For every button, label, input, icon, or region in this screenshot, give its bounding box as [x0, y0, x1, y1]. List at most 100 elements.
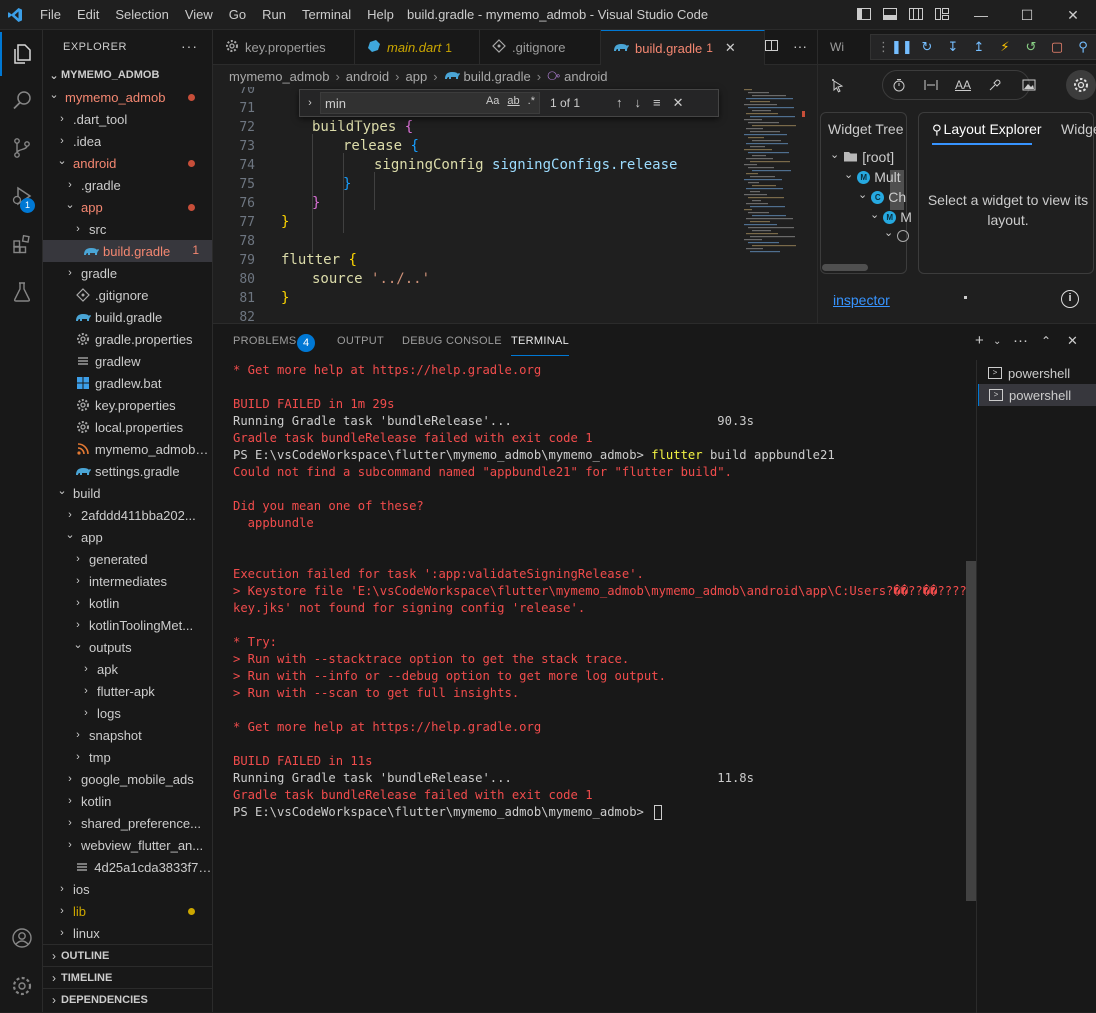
menu-item-edit[interactable]: Edit: [69, 0, 107, 30]
editor-tab[interactable]: key.properties: [213, 30, 355, 65]
tree-item[interactable]: ⌄ android: [43, 152, 212, 174]
widget-inspector-tab[interactable]: Wi: [830, 40, 844, 54]
menu-item-view[interactable]: View: [177, 0, 221, 30]
toggle-replace-icon[interactable]: ›: [300, 97, 320, 109]
tree-item[interactable]: › gradle: [43, 262, 212, 284]
text-scale-icon[interactable]: AA: [950, 72, 976, 98]
editor-more-icon[interactable]: ···: [793, 38, 807, 56]
step-over-icon[interactable]: ↻: [917, 39, 937, 55]
tree-item[interactable]: gradlew.bat: [43, 372, 212, 394]
tab-debug-console[interactable]: DEBUG CONSOLE: [402, 335, 502, 347]
invert-images-icon[interactable]: [1016, 72, 1042, 98]
manage-gear-icon[interactable]: [0, 964, 43, 1008]
inspector-settings-icon[interactable]: [1066, 70, 1096, 100]
search-icon[interactable]: [0, 78, 43, 122]
widget-tree-title[interactable]: Widget Tree: [828, 121, 903, 137]
tree-item[interactable]: › intermediates: [43, 570, 212, 592]
widget-tree-hscrollbar[interactable]: [822, 264, 868, 271]
toggle-secondary-sidebar-icon[interactable]: [908, 6, 926, 22]
pause-icon[interactable]: ❚❚: [891, 39, 913, 55]
tree-item[interactable]: ⌄ app: [43, 526, 212, 548]
tree-item[interactable]: › webview_flutter_an...: [43, 834, 212, 856]
tree-item[interactable]: mymemo_admob_...: [43, 438, 212, 460]
tree-item[interactable]: › .idea: [43, 130, 212, 152]
close-tab-icon[interactable]: ✕: [725, 40, 736, 56]
terminal-instance-active[interactable]: > powershell: [978, 384, 1096, 406]
tree-item[interactable]: › kotlinToolingMet...: [43, 614, 212, 636]
tree-item[interactable]: › shared_preference...: [43, 812, 212, 834]
extensions-icon[interactable]: [0, 222, 43, 266]
tab-problems[interactable]: PROBLEMS: [233, 335, 297, 347]
tree-item[interactable]: › src: [43, 218, 212, 240]
tree-item[interactable]: build.gradle 1: [43, 240, 212, 262]
maximize-panel-icon[interactable]: ⌃: [1041, 334, 1051, 348]
tree-item[interactable]: gradlew: [43, 350, 212, 372]
tab-output[interactable]: OUTPUT: [337, 335, 384, 347]
tree-item[interactable]: .gitignore: [43, 284, 212, 306]
editor-tab[interactable]: .gitignore: [480, 30, 601, 65]
widget-tree-node[interactable]: ⌄ M Mult: [844, 169, 901, 186]
select-widget-mode-icon[interactable]: [824, 72, 850, 98]
breadcrumb-item[interactable]: build.gradle: [464, 69, 531, 84]
inspect-widget-icon[interactable]: ⚲: [1073, 39, 1093, 55]
toggle-panel-icon[interactable]: [882, 6, 900, 22]
terminal-scrollbar[interactable]: [966, 561, 976, 901]
widget-details-tab[interactable]: Widge: [1061, 121, 1096, 137]
tree-item[interactable]: › linux: [43, 922, 212, 944]
tree-item[interactable]: › .dart_tool: [43, 108, 212, 130]
accounts-icon[interactable]: [0, 916, 43, 960]
regex-toggle[interactable]: .*: [528, 95, 535, 107]
toggle-primary-sidebar-icon[interactable]: [856, 6, 874, 22]
terminal-dropdown-icon[interactable]: ⌄: [993, 336, 1001, 347]
menu-item-run[interactable]: Run: [254, 0, 294, 30]
close-find-icon[interactable]: ✕: [673, 95, 684, 111]
section-dependencies[interactable]: › DEPENDENCIES: [43, 988, 212, 1010]
layout-explorer-tab[interactable]: ⚲ Layout Explorer: [932, 121, 1042, 138]
breadcrumb-item[interactable]: mymemo_admob: [229, 69, 329, 84]
maximize-icon[interactable]: ☐: [1004, 0, 1050, 30]
breadcrumb-item[interactable]: app: [406, 69, 428, 84]
explorer-icon[interactable]: [0, 32, 43, 76]
run-debug-icon[interactable]: [0, 174, 43, 218]
terminal-instance[interactable]: > powershell: [978, 362, 1096, 384]
workspace-root[interactable]: ⌄ MYMEMO_ADMOB: [43, 64, 212, 86]
close-window-icon[interactable]: ✕: [1050, 0, 1096, 30]
breadcrumb-item[interactable]: android: [564, 69, 607, 84]
terminal-output[interactable]: * Get more help at https://help.gradle.o…: [233, 362, 973, 982]
tree-item[interactable]: › ios: [43, 878, 212, 900]
minimap[interactable]: [742, 87, 802, 323]
previous-match-icon[interactable]: ↑: [616, 95, 623, 111]
split-editor-icon[interactable]: [764, 38, 779, 56]
menu-item-terminal[interactable]: Terminal: [294, 0, 359, 30]
tree-item[interactable]: › snapshot: [43, 724, 212, 746]
drag-handle-icon[interactable]: ⋮: [877, 39, 890, 55]
tree-item[interactable]: › tmp: [43, 746, 212, 768]
tree-item[interactable]: › kotlin: [43, 592, 212, 614]
match-case-toggle[interactable]: Aa: [486, 95, 499, 107]
tree-item[interactable]: gradle.properties: [43, 328, 212, 350]
tree-item[interactable]: build.gradle: [43, 306, 212, 328]
tree-item[interactable]: › apk: [43, 658, 212, 680]
source-control-icon[interactable]: [0, 126, 43, 170]
tree-item[interactable]: ⌄ app: [43, 196, 212, 218]
inspector-link[interactable]: inspector: [833, 292, 890, 308]
step-out-icon[interactable]: ↥: [969, 39, 989, 55]
widget-tree-node[interactable]: ⌄ M M: [870, 209, 912, 226]
tree-item[interactable]: › .gradle: [43, 174, 212, 196]
menu-item-file[interactable]: File: [32, 0, 69, 30]
tree-item[interactable]: › generated: [43, 548, 212, 570]
next-match-icon[interactable]: ↓: [635, 95, 642, 111]
stop-icon[interactable]: ▢: [1047, 39, 1067, 55]
tree-item[interactable]: › lib: [43, 900, 212, 922]
find-in-selection-icon[interactable]: ≡: [653, 95, 661, 111]
vscode-logo-icon[interactable]: [0, 0, 30, 30]
performance-overlay-icon[interactable]: [886, 72, 912, 98]
testing-icon[interactable]: [0, 270, 43, 314]
breadcrumb-item[interactable]: android: [346, 69, 389, 84]
customize-layout-icon[interactable]: [934, 6, 952, 22]
tree-item[interactable]: key.properties: [43, 394, 212, 416]
section-timeline[interactable]: › TIMELINE: [43, 966, 212, 988]
info-icon[interactable]: i: [1061, 290, 1079, 308]
tree-item[interactable]: › google_mobile_ads: [43, 768, 212, 790]
tree-item[interactable]: › flutter-apk: [43, 680, 212, 702]
